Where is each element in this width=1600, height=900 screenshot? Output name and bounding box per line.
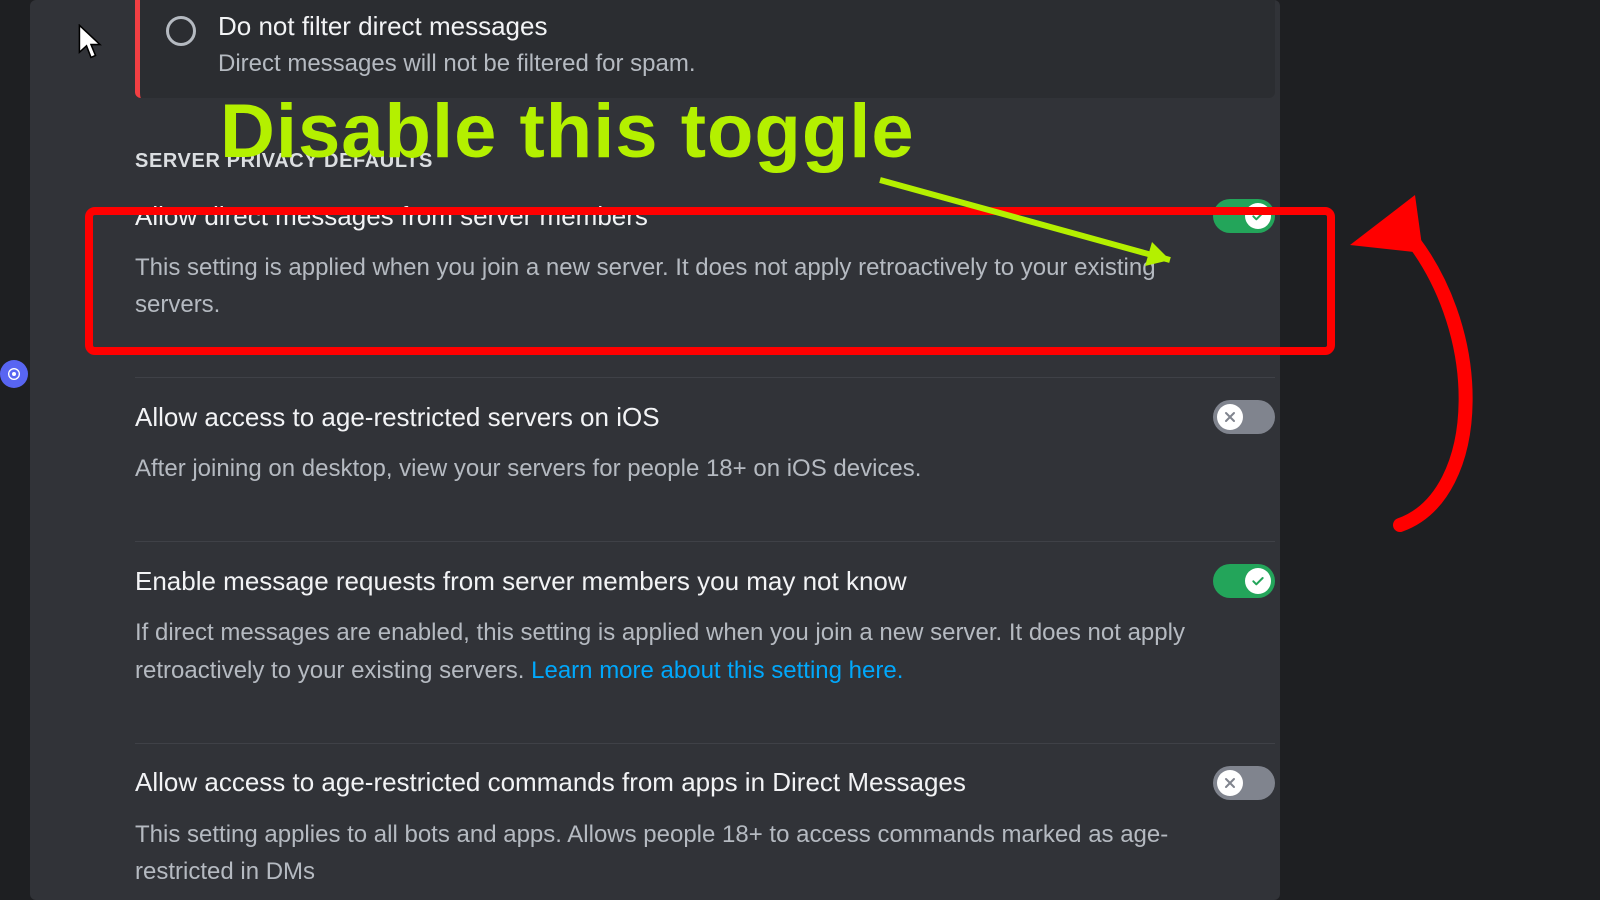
- setting-desc: If direct messages are enabled, this set…: [135, 614, 1195, 688]
- target-icon: [6, 366, 22, 382]
- spam-filter-option-none[interactable]: Do not filter direct messages Direct mes…: [135, 0, 1275, 98]
- toggle-knob: [1245, 203, 1271, 229]
- setting-desc: After joining on desktop, view your serv…: [135, 450, 1195, 487]
- setting-title: Allow access to age-restricted servers o…: [135, 401, 660, 434]
- divider: [135, 743, 1275, 744]
- server-icon[interactable]: [0, 360, 28, 388]
- setting-title: Allow direct messages from server member…: [135, 200, 648, 233]
- annotation-curved-arrow: [1330, 175, 1530, 555]
- check-icon: [1250, 573, 1266, 589]
- toggle-message-requests[interactable]: [1213, 564, 1275, 598]
- toggle-knob: [1217, 770, 1243, 796]
- setting-desc: This setting applies to all bots and app…: [135, 816, 1195, 890]
- radio-title: Do not filter direct messages: [218, 10, 696, 44]
- divider: [135, 377, 1275, 378]
- setting-desc: This setting is applied when you join a …: [135, 249, 1195, 323]
- setting-allow-dm-server-members: Allow direct messages from server member…: [135, 199, 1275, 355]
- radio-unchecked-icon: [166, 16, 196, 46]
- check-icon: [1250, 208, 1266, 224]
- learn-more-link[interactable]: Learn more about this setting here.: [531, 657, 903, 684]
- settings-panel: Do not filter direct messages Direct mes…: [30, 0, 1280, 900]
- x-icon: [1222, 409, 1238, 425]
- setting-age-restricted-ios: Allow access to age-restricted servers o…: [135, 400, 1275, 519]
- setting-title: Allow access to age-restricted commands …: [135, 766, 966, 799]
- toggle-age-restricted-ios[interactable]: [1213, 400, 1275, 434]
- toggle-knob: [1245, 568, 1271, 594]
- radio-desc: Direct messages will not be filtered for…: [218, 46, 696, 82]
- x-icon: [1222, 775, 1238, 791]
- toggle-allow-dm[interactable]: [1213, 199, 1275, 233]
- setting-message-requests: Enable message requests from server memb…: [135, 564, 1275, 720]
- toggle-knob: [1217, 404, 1243, 430]
- toggle-age-restricted-commands[interactable]: [1213, 766, 1275, 800]
- setting-title: Enable message requests from server memb…: [135, 565, 907, 598]
- section-header-server-privacy: SERVER PRIVACY DEFAULTS: [135, 150, 1275, 173]
- setting-age-restricted-commands: Allow access to age-restricted commands …: [135, 766, 1275, 900]
- server-rail: [0, 0, 30, 900]
- divider: [135, 541, 1275, 542]
